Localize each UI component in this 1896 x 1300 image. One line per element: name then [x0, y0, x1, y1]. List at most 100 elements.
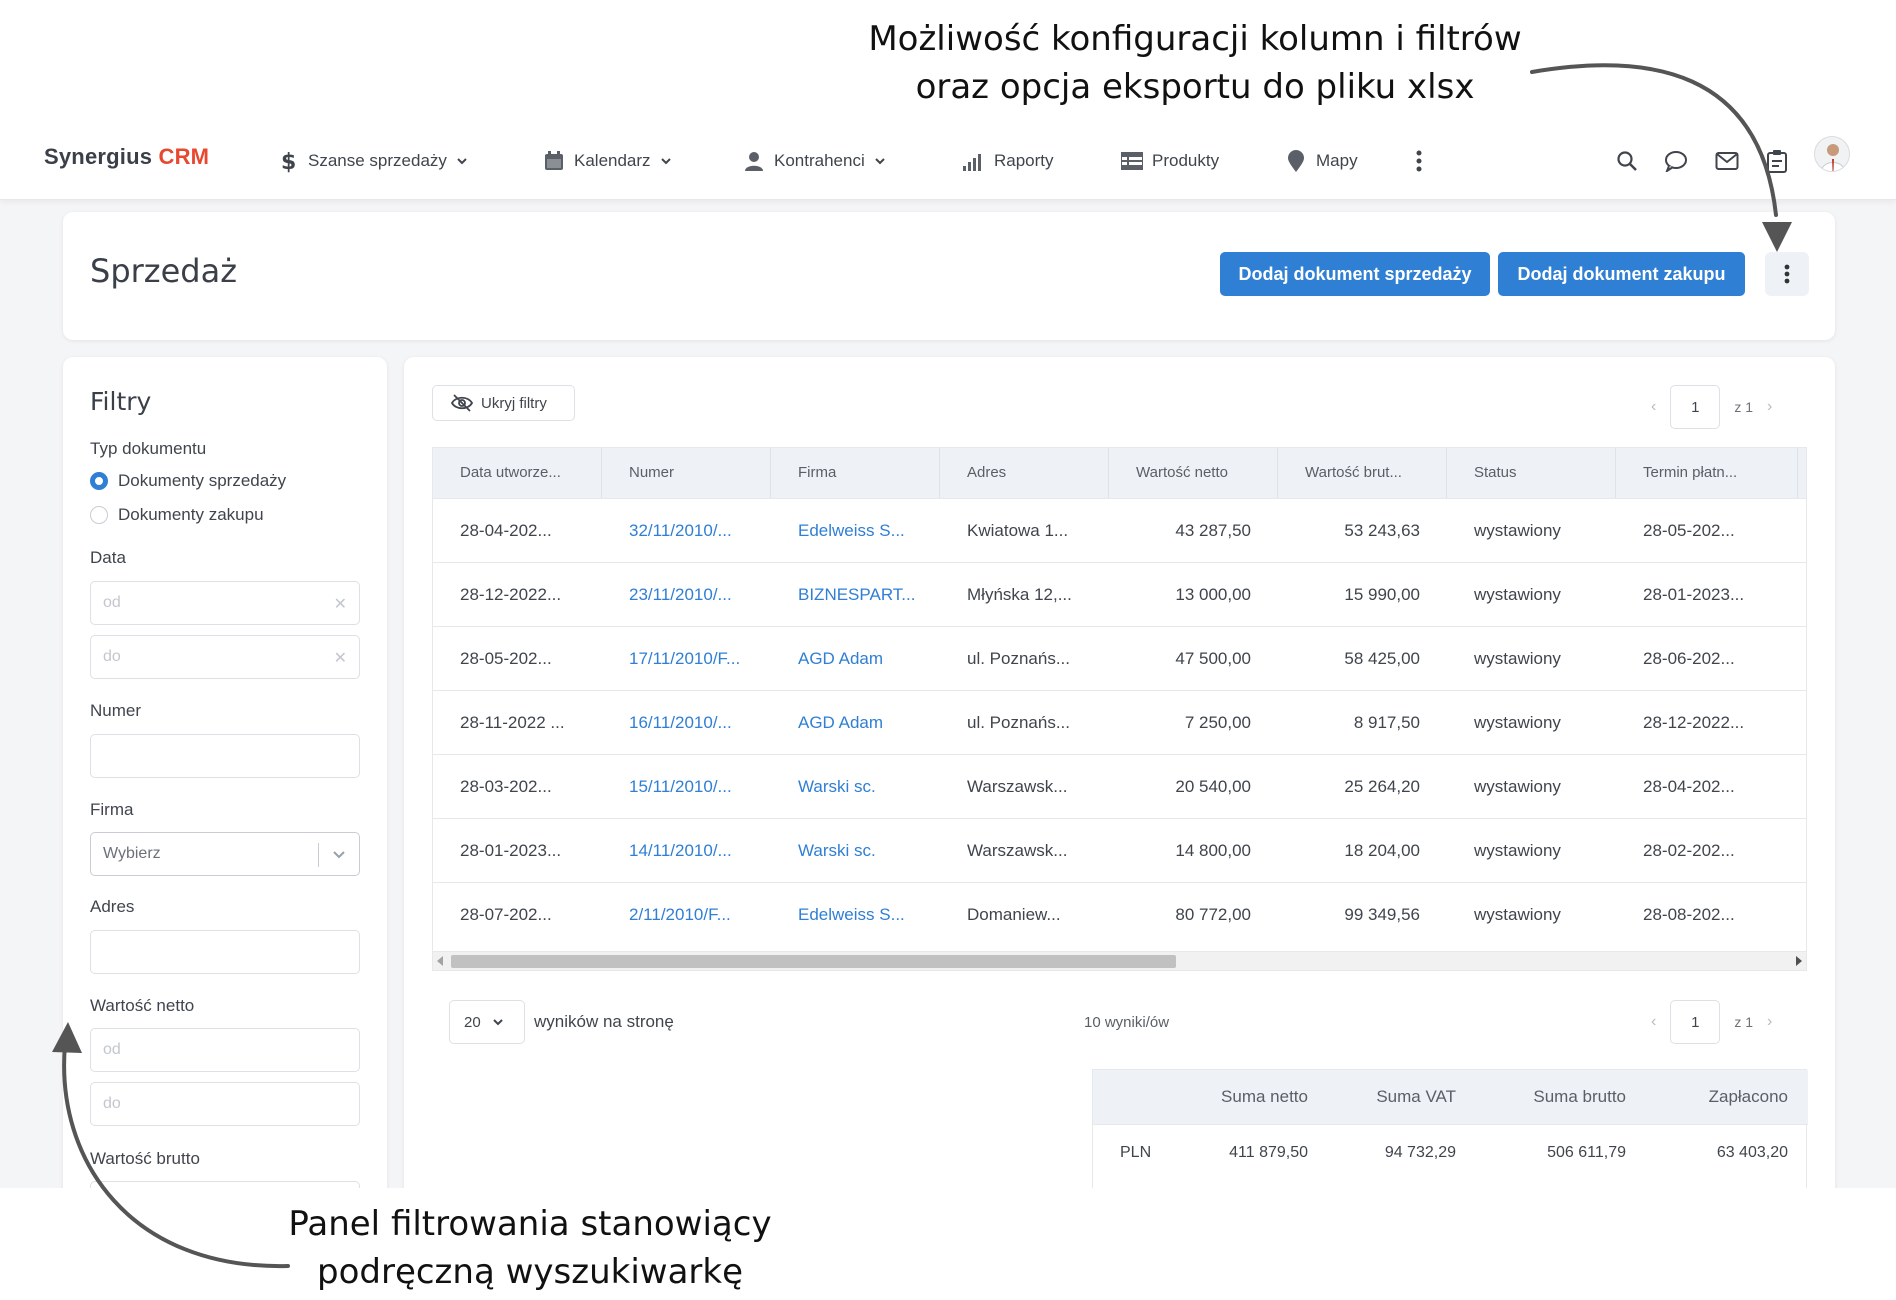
table-cell: 28-05-202...	[1643, 521, 1735, 540]
totals-vat: 94 732,29	[1384, 1144, 1456, 1161]
logo[interactable]: Synergius CRM	[44, 144, 209, 170]
radio-sales-documents[interactable]: Dokumenty sprzedaży	[90, 471, 286, 491]
number-field[interactable]	[90, 734, 360, 778]
nav-item-sales-opportunities[interactable]: $ Szanse sprzedaży	[276, 142, 469, 180]
totals-header-gross: Suma brutto	[1533, 1087, 1626, 1106]
nav-item-calendar[interactable]: Kalendarz	[542, 142, 673, 180]
scrollbar-thumb[interactable]	[451, 955, 1176, 968]
table-cell-link[interactable]: Edelweiss S...	[771, 499, 940, 563]
columns-config-menu-button[interactable]	[1765, 252, 1809, 296]
gross-from-field[interactable]	[90, 1181, 360, 1188]
radio-button[interactable]	[90, 506, 108, 524]
number-input[interactable]	[91, 735, 359, 777]
column-header[interactable]: Wartość netto	[1109, 448, 1278, 498]
chevron-right-icon[interactable]: ›	[1767, 1013, 1772, 1031]
table-cell-link[interactable]: Warski sc.	[771, 755, 940, 819]
table-cell: 7 250,00	[1184, 713, 1251, 732]
column-header[interactable]: Firma	[771, 448, 940, 498]
table-cell: ul. Poznańs...	[967, 649, 1071, 668]
column-header[interactable]: Termin płatn...	[1616, 448, 1798, 498]
column-header[interactable]: Status	[1447, 448, 1616, 498]
table-cell-link[interactable]: 15/11/2010/...	[602, 755, 771, 819]
table-cell-link[interactable]: 32/11/2010/...	[602, 499, 771, 563]
net-from-input[interactable]	[91, 1029, 359, 1071]
table-cell-link[interactable]: 14/11/2010/...	[602, 819, 771, 883]
column-header[interactable]: Numer	[602, 448, 771, 498]
address-input[interactable]	[91, 931, 359, 973]
table-cell: 20 540,00	[1175, 777, 1251, 796]
table-cell: 43 287,50	[1175, 521, 1251, 540]
net-from-field[interactable]	[90, 1028, 360, 1072]
net-to-input[interactable]	[91, 1083, 359, 1125]
net-value-label: Wartość netto	[90, 996, 195, 1015]
search-icon	[1617, 151, 1637, 171]
radio-button-checked[interactable]	[90, 472, 108, 490]
page-number-input[interactable]: 1	[1670, 1000, 1721, 1044]
table-cell: wystawiony	[1474, 841, 1561, 860]
clear-icon[interactable]: ✕	[334, 594, 347, 614]
table-cell-link[interactable]: 2/11/2010/F...	[602, 883, 771, 947]
company-select[interactable]: Wybierz	[90, 832, 360, 876]
search-button[interactable]	[1608, 142, 1646, 180]
chevron-right-icon[interactable]: ›	[1767, 398, 1772, 416]
hide-filters-button[interactable]: Ukryj filtry	[432, 385, 575, 421]
nav-item-products[interactable]: Produkty	[1120, 142, 1219, 180]
table-cell-link[interactable]: 23/11/2010/...	[602, 563, 771, 627]
date-from-field[interactable]: ✕	[90, 581, 360, 625]
dollar-icon: $	[276, 149, 300, 173]
clear-icon[interactable]: ✕	[334, 648, 347, 668]
documents-table: Data utworze... Numer Firma Adres Wartość ne…	[432, 447, 1807, 951]
nav-item-maps[interactable]: Mapy	[1284, 142, 1358, 180]
table-row[interactable]: 28-03-202... 15/11/2010/... Warski sc. Wars…	[433, 754, 1806, 819]
number-label: Numer	[90, 701, 142, 720]
chevron-left-icon[interactable]: ‹	[1651, 398, 1656, 416]
table-cell-link[interactable]: 16/11/2010/...	[602, 691, 771, 755]
table-row[interactable]: 28-11-2022 ... 16/11/2010/... AGD Adam ul. …	[433, 690, 1806, 755]
gross-from-input[interactable]	[91, 1182, 359, 1188]
table-cell-link[interactable]: Warski sc.	[771, 819, 940, 883]
table-row[interactable]: 28-01-2023... 14/11/2010/... Warski sc. War…	[433, 818, 1806, 883]
chat-icon	[1665, 151, 1687, 172]
date-to-field[interactable]: ✕	[90, 635, 360, 679]
table-cell: wystawiony	[1474, 521, 1561, 540]
radio-purchase-documents[interactable]: Dokumenty zakupu	[90, 505, 264, 525]
nav-item-reports[interactable]: Raporty	[962, 142, 1054, 180]
totals-gross: 506 611,79	[1547, 1144, 1626, 1161]
net-to-field[interactable]	[90, 1082, 360, 1126]
add-purchase-document-button[interactable]: Dodaj dokument zakupu	[1498, 252, 1745, 296]
tasks-button[interactable]	[1758, 142, 1796, 180]
address-field[interactable]	[90, 930, 360, 974]
column-header[interactable]: Adres	[940, 448, 1109, 498]
table-cell-link[interactable]: Edelweiss S...	[771, 883, 940, 947]
table-row[interactable]: 28-05-202... 17/11/2010/F... AGD Adam ul. P…	[433, 626, 1806, 691]
totals-net: 411 879,50	[1229, 1144, 1308, 1161]
chevron-left-icon[interactable]: ‹	[1651, 1013, 1656, 1031]
scroll-left-arrow-icon[interactable]	[437, 956, 443, 966]
date-from-input[interactable]	[91, 582, 359, 624]
per-page-select[interactable]: 20	[449, 1000, 525, 1044]
table-cell-link[interactable]: 17/11/2010/F...	[602, 627, 771, 691]
page-number-input[interactable]: 1	[1670, 385, 1721, 429]
table-cell-link[interactable]: AGD Adam	[771, 627, 940, 691]
nav-item-contractors[interactable]: Kontrahenci	[742, 142, 887, 180]
avatar[interactable]	[1814, 136, 1850, 172]
table-row[interactable]: 28-12-2022... 23/11/2010/... BIZNESPART...…	[433, 562, 1806, 627]
totals-row: PLN 411 879,50 94 732,29 506 611,79 63 4…	[1093, 1124, 1808, 1180]
date-to-input[interactable]	[91, 636, 359, 678]
chat-button[interactable]	[1657, 142, 1695, 180]
mail-button[interactable]	[1708, 142, 1746, 180]
table-row[interactable]: 28-04-202... 32/11/2010/... Edelweiss S...…	[433, 498, 1806, 563]
column-header[interactable]: Wartość brut...	[1278, 448, 1447, 498]
kebab-icon	[1416, 150, 1422, 172]
horizontal-scrollbar[interactable]	[432, 951, 1807, 971]
table-cell-link[interactable]: BIZNESPART...	[771, 563, 940, 627]
doc-type-label: Typ dokumentu	[90, 439, 207, 458]
add-sales-document-button[interactable]: Dodaj dokument sprzedaży	[1220, 252, 1490, 296]
table-cell-link[interactable]: AGD Adam	[771, 691, 940, 755]
totals-header-paid: Zapłacono	[1708, 1087, 1788, 1106]
table-cell: 28-03-202...	[460, 777, 552, 796]
column-header[interactable]: Data utworze...	[433, 448, 602, 498]
table-row[interactable]: 28-07-202... 2/11/2010/F... Edelweiss S...…	[433, 882, 1806, 947]
more-menu-button[interactable]	[1400, 142, 1438, 180]
scroll-right-arrow-icon[interactable]	[1796, 956, 1802, 966]
